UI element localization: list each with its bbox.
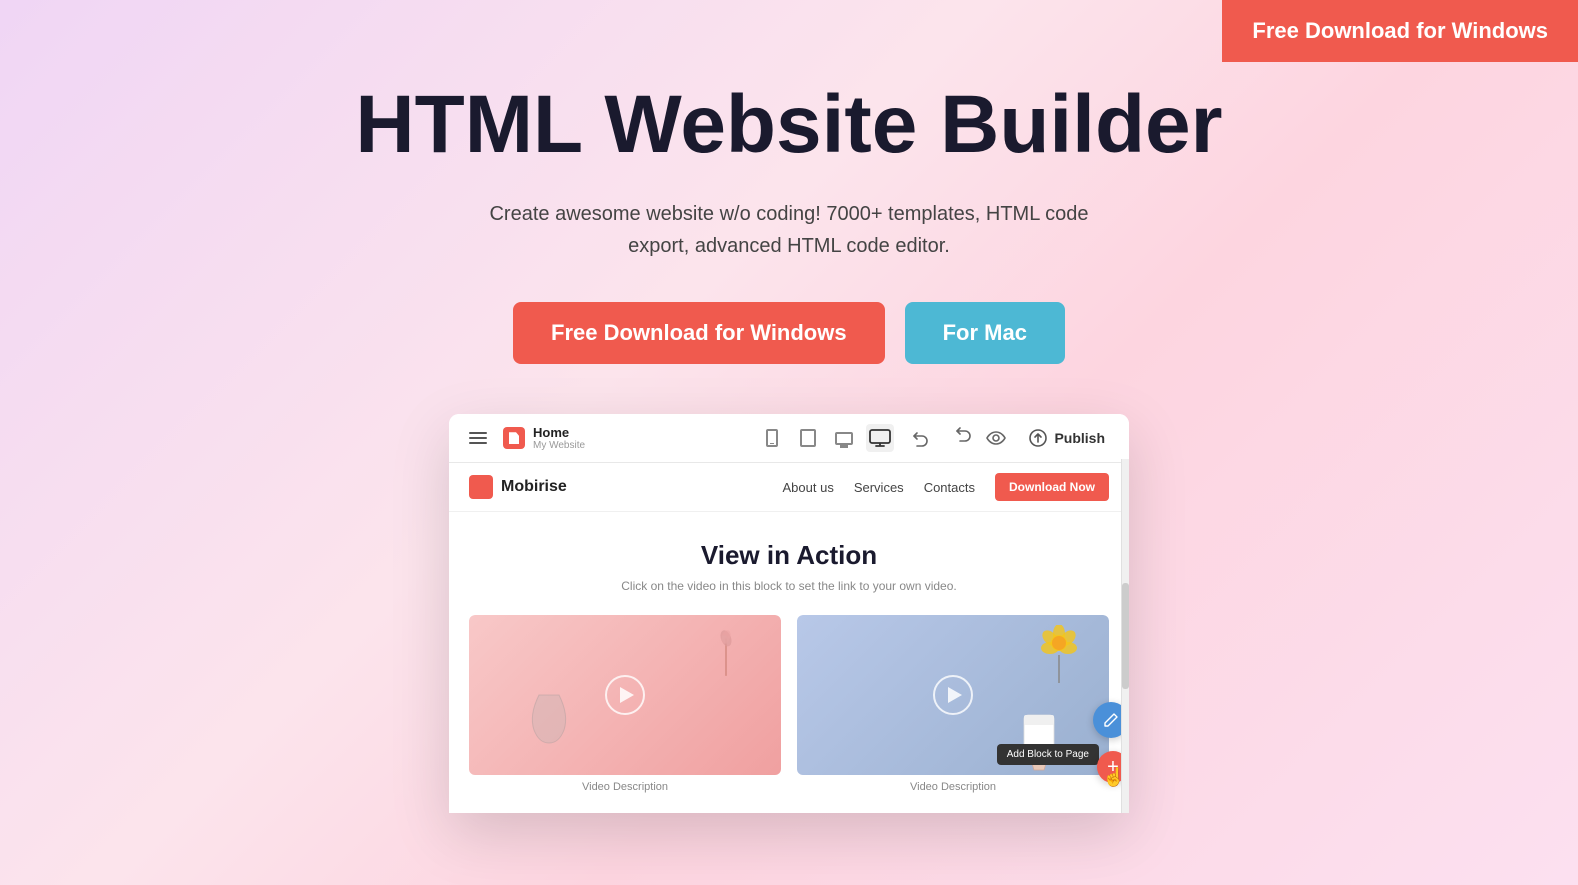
preview-button[interactable] (982, 424, 1010, 452)
device-selector (758, 424, 894, 452)
video-item-2: Video Description (797, 615, 1109, 793)
app-navbar: Mobirise About us Services Contacts Down… (449, 463, 1129, 512)
cta-buttons: Free Download for Windows For Mac (0, 302, 1578, 364)
app-preview-wrapper: Home My Website (449, 414, 1129, 813)
app-toolbar: Home My Website (449, 414, 1129, 463)
hero-subtitle: Create awesome website w/o coding! 7000+… (459, 198, 1119, 262)
play-button-2[interactable] (933, 675, 973, 715)
add-block-tooltip: Add Block to Page (997, 744, 1099, 765)
top-cta-button[interactable]: Free Download for Windows (1222, 0, 1578, 62)
mobile-view-button[interactable] (758, 424, 786, 452)
tablet-view-button[interactable] (794, 424, 822, 452)
video-thumb-1[interactable] (469, 615, 781, 775)
content-heading: View in Action (469, 540, 1109, 571)
page-site: My Website (533, 440, 585, 451)
publish-label: Publish (1054, 430, 1105, 446)
scrollbar-thumb[interactable] (1122, 583, 1129, 689)
page-info: Home My Website (503, 425, 746, 451)
video-grid: Video Description (469, 615, 1109, 793)
brand-name: Mobirise (501, 478, 567, 496)
app-brand: Mobirise (469, 475, 783, 499)
nav-download-button[interactable]: Download Now (995, 473, 1109, 501)
video-item-1: Video Description (469, 615, 781, 793)
windows-download-button[interactable]: Free Download for Windows (513, 302, 885, 364)
nav-services[interactable]: Services (854, 480, 904, 495)
page-name: Home (533, 425, 585, 440)
toolbar-right: Publish (906, 424, 1113, 452)
publish-button[interactable]: Publish (1020, 424, 1113, 452)
undo-button[interactable] (906, 424, 934, 452)
page-file-icon (503, 427, 525, 449)
desktop-view-button[interactable] (866, 424, 894, 452)
app-content: View in Action Click on the video in thi… (449, 512, 1129, 813)
scrollbar-track[interactable] (1121, 459, 1129, 813)
content-subtext: Click on the video in this block to set … (469, 579, 1109, 593)
video-desc-1: Video Description (469, 781, 781, 793)
nav-about[interactable]: About us (783, 480, 834, 495)
laptop-view-button[interactable] (830, 424, 858, 452)
app-preview: Home My Website (449, 414, 1129, 813)
mac-download-button[interactable]: For Mac (905, 302, 1065, 364)
play-button-1[interactable] (605, 675, 645, 715)
menu-icon[interactable] (465, 428, 491, 448)
nav-contacts[interactable]: Contacts (924, 480, 975, 495)
redo-button[interactable] (944, 424, 972, 452)
brand-icon (469, 475, 493, 499)
page-name-group: Home My Website (533, 425, 585, 451)
hero-title: HTML Website Builder (0, 80, 1578, 170)
video-desc-2: Video Description (797, 781, 1109, 793)
nav-links: About us Services Contacts Download Now (783, 473, 1110, 501)
